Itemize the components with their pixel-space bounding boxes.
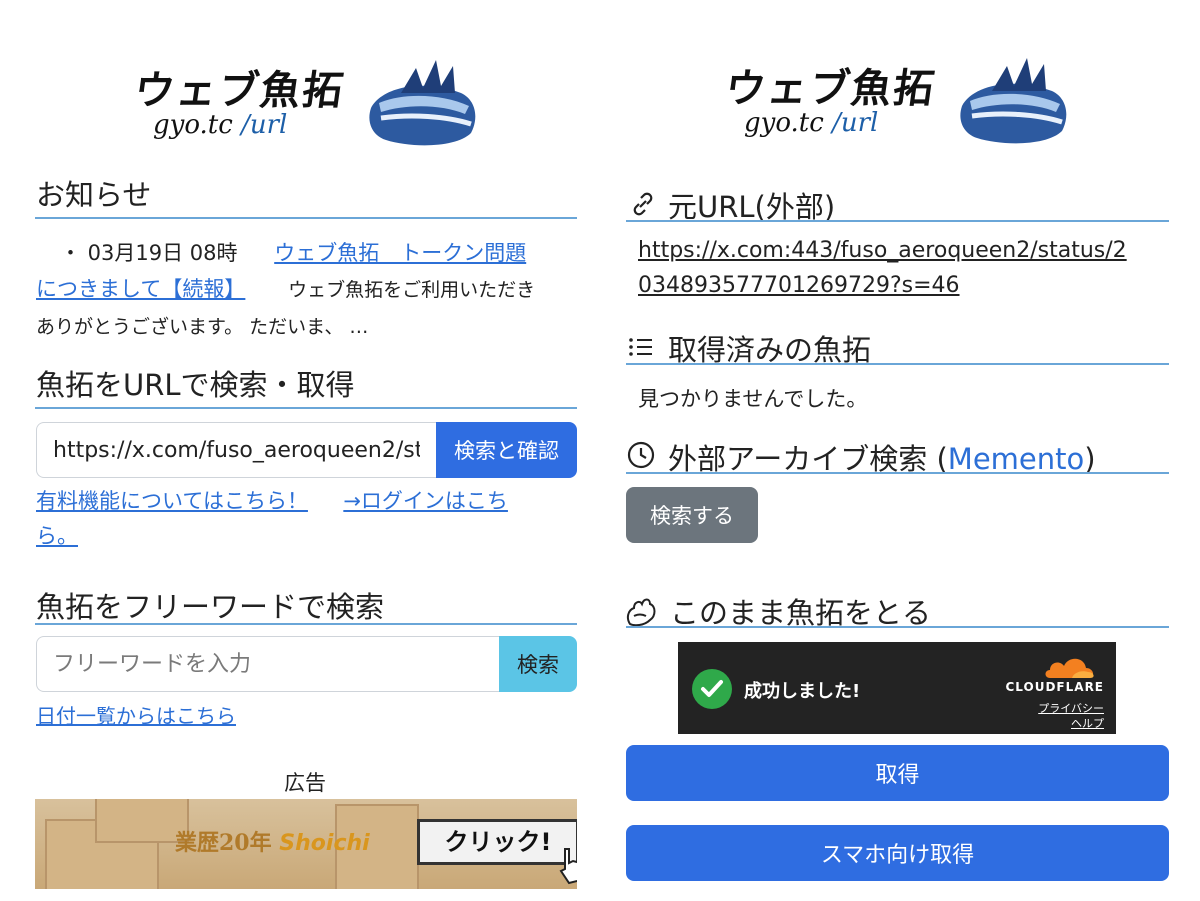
logo-domain: gyo.tc /url bbox=[153, 110, 287, 140]
origin-url-link-line2[interactable]: 034893577701269729?s=46 bbox=[638, 273, 960, 298]
login-link[interactable]: →ログインはこち bbox=[343, 489, 508, 513]
origin-url-link-line1[interactable]: https://x.com:443/fuso_aeroqueen2/status… bbox=[638, 238, 1127, 263]
external-search-button[interactable]: 検索する bbox=[626, 487, 758, 543]
freeword-heading: 魚拓をフリーワードで検索 bbox=[36, 590, 385, 624]
notice-date: ・ 03月19日 08時 bbox=[60, 241, 238, 265]
freeword-search-button[interactable]: 検索 bbox=[499, 636, 577, 692]
site-logo[interactable]: ウェブ魚拓 gyo.tc /url bbox=[131, 48, 495, 178]
url-search-heading: 魚拓をURLで検索・取得 bbox=[36, 368, 355, 402]
notice-heading: お知らせ bbox=[36, 178, 152, 212]
cloudflare-status-text: 成功しました! bbox=[744, 681, 861, 702]
success-check-icon bbox=[692, 669, 732, 709]
fish-stamp-icon bbox=[626, 598, 656, 627]
notice-link-part2[interactable]: につきまして【続報】 bbox=[36, 277, 245, 301]
logo-path-text: /url bbox=[241, 110, 288, 140]
url-search-form: 検索と確認 bbox=[36, 422, 577, 478]
ad-banner-text: 業歴20年 Shoichi bbox=[175, 825, 370, 857]
fish-print-icon bbox=[369, 60, 476, 146]
external-archive-heading-rule bbox=[626, 472, 1169, 474]
archived-empty-text: 見つかりませんでした。 bbox=[638, 387, 868, 411]
right-screenshot-panel: ウェブ魚拓 gyo.tc /url 元URL(外部) https://x.com… bbox=[600, 0, 1200, 901]
hand-pointer-icon bbox=[559, 848, 577, 885]
freeword-heading-rule bbox=[35, 623, 577, 625]
get-button[interactable]: 取得 bbox=[626, 745, 1169, 801]
mobile-get-button[interactable]: スマホ向け取得 bbox=[626, 825, 1169, 881]
url-search-links-line2: ら。 bbox=[36, 520, 78, 550]
left-screenshot-panel: ウェブ魚拓 gyo.tc /url お知らせ ・ 03月19日 08時 ウェブ魚… bbox=[0, 0, 600, 901]
external-archive-heading-close: ) bbox=[1084, 442, 1096, 476]
memento-link[interactable]: Memento bbox=[948, 442, 1084, 476]
list-icon bbox=[629, 338, 652, 356]
archived-heading-rule bbox=[626, 363, 1169, 365]
logo-domain: gyo.tc /url bbox=[744, 108, 878, 138]
ad-banner-prefix: 業歴20年 bbox=[175, 830, 280, 856]
url-search-links-line1: 有料機能についてはこちら！ →ログインはこち bbox=[36, 485, 508, 515]
site-logo[interactable]: ウェブ魚拓 gyo.tc /url bbox=[722, 46, 1086, 176]
logo-domain-text: gyo.tc bbox=[744, 108, 824, 138]
notice-heading-rule bbox=[35, 217, 577, 219]
date-list-line: 日付一覧からはこちら bbox=[36, 700, 236, 729]
ad-label: 広告 bbox=[284, 771, 326, 795]
cloudflare-cloud-icon bbox=[1045, 658, 1094, 678]
capture-heading-rule bbox=[626, 626, 1169, 628]
notice-item-line2: につきまして【続報】 ウェブ魚拓をご利用いただき bbox=[36, 273, 535, 303]
paid-features-link[interactable]: 有料機能についてはこちら！ bbox=[36, 489, 308, 513]
logo-text: ウェブ魚拓 bbox=[131, 67, 348, 114]
cloudflare-privacy-link[interactable]: プライバシー bbox=[1038, 700, 1104, 716]
notice-excerpt-part2: ありがとうございます。 ただいま、 … bbox=[36, 316, 369, 338]
notice-item-line1: ・ 03月19日 08時 ウェブ魚拓 トークン問題 bbox=[36, 237, 526, 267]
cloudflare-brand-text: CLOUDFLARE bbox=[1005, 680, 1104, 694]
logo-text: ウェブ魚拓 bbox=[722, 65, 939, 112]
fish-print-icon bbox=[960, 58, 1067, 144]
ad-banner-brand: Shoichi bbox=[279, 831, 370, 856]
link-icon bbox=[633, 192, 653, 216]
freeword-input[interactable] bbox=[36, 636, 499, 692]
notice-excerpt-part1: ウェブ魚拓をご利用いただき bbox=[288, 279, 536, 301]
url-search-heading-rule bbox=[35, 407, 577, 409]
ad-banner[interactable]: 業歴20年 Shoichi クリック! bbox=[35, 799, 577, 889]
date-list-link[interactable]: 日付一覧からはこちら bbox=[36, 704, 236, 728]
url-search-input[interactable] bbox=[36, 422, 436, 478]
freeword-form: 検索 bbox=[36, 636, 577, 692]
notice-link-part1[interactable]: ウェブ魚拓 トークン問題 bbox=[244, 241, 526, 265]
cloudflare-turnstile-widget: 成功しました! CLOUDFLARE プライバシー ヘルプ bbox=[678, 642, 1116, 734]
logo-path-text: /url bbox=[832, 108, 879, 138]
login-link-cont[interactable]: ら。 bbox=[36, 524, 78, 548]
ad-click-button[interactable]: クリック! bbox=[417, 819, 577, 865]
external-archive-heading-text: 外部アーカイブ検索 ( bbox=[668, 442, 948, 476]
origin-url-heading-rule bbox=[626, 220, 1169, 222]
logo-domain-text: gyo.tc bbox=[153, 110, 233, 140]
clock-icon bbox=[627, 441, 655, 469]
search-and-confirm-button[interactable]: 検索と確認 bbox=[436, 422, 577, 478]
cloudflare-help-link[interactable]: ヘルプ bbox=[1071, 715, 1104, 731]
